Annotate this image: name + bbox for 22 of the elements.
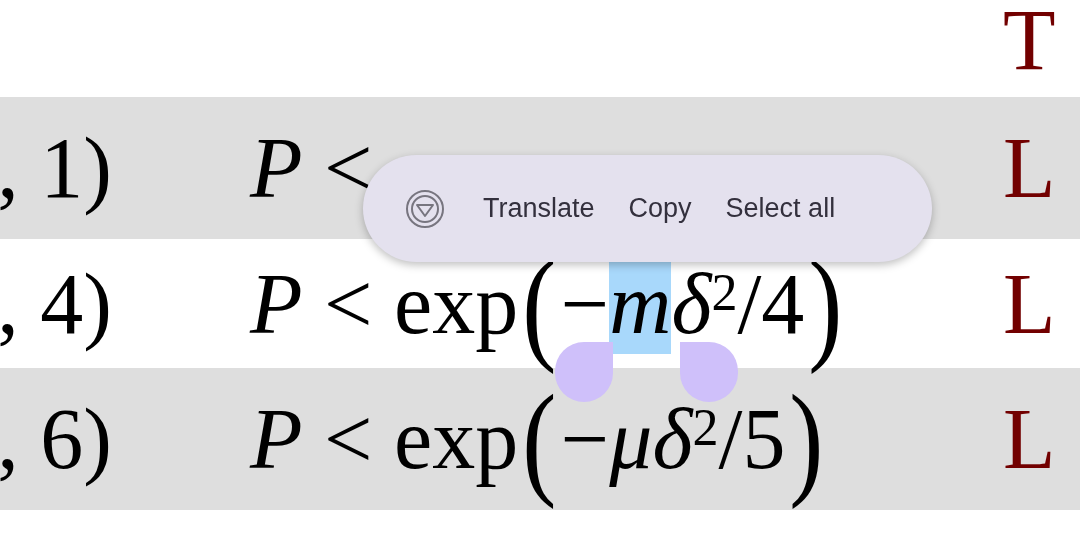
- selection-handle[interactable]: [680, 342, 738, 402]
- selection-handle[interactable]: [555, 342, 613, 402]
- formula-text: δ: [671, 254, 712, 354]
- dropdown-icon[interactable]: [405, 188, 445, 229]
- formula-text: <: [323, 119, 373, 218]
- formula-text: P: [250, 390, 303, 489]
- menu-item[interactable]: Translate: [471, 189, 607, 228]
- menu-item[interactable]: Copy: [616, 189, 704, 228]
- formula-text: μδ: [609, 390, 693, 489]
- table-cell: L: [1003, 123, 1056, 213]
- formula-text: −: [560, 390, 610, 489]
- formula-text: < exp: [323, 254, 519, 354]
- heading-text: T: [1003, 0, 1056, 80]
- table-cell: L: [1003, 258, 1056, 349]
- menu-item[interactable]: Select all: [713, 189, 848, 228]
- formula-text: /4: [737, 254, 805, 354]
- formula-text: /5: [718, 390, 786, 489]
- table-cell: L: [1003, 394, 1056, 484]
- formula-text: < exp: [323, 390, 519, 489]
- formula-text: P: [250, 119, 303, 218]
- formula-text: −: [560, 254, 610, 354]
- formula-text: P: [250, 254, 303, 354]
